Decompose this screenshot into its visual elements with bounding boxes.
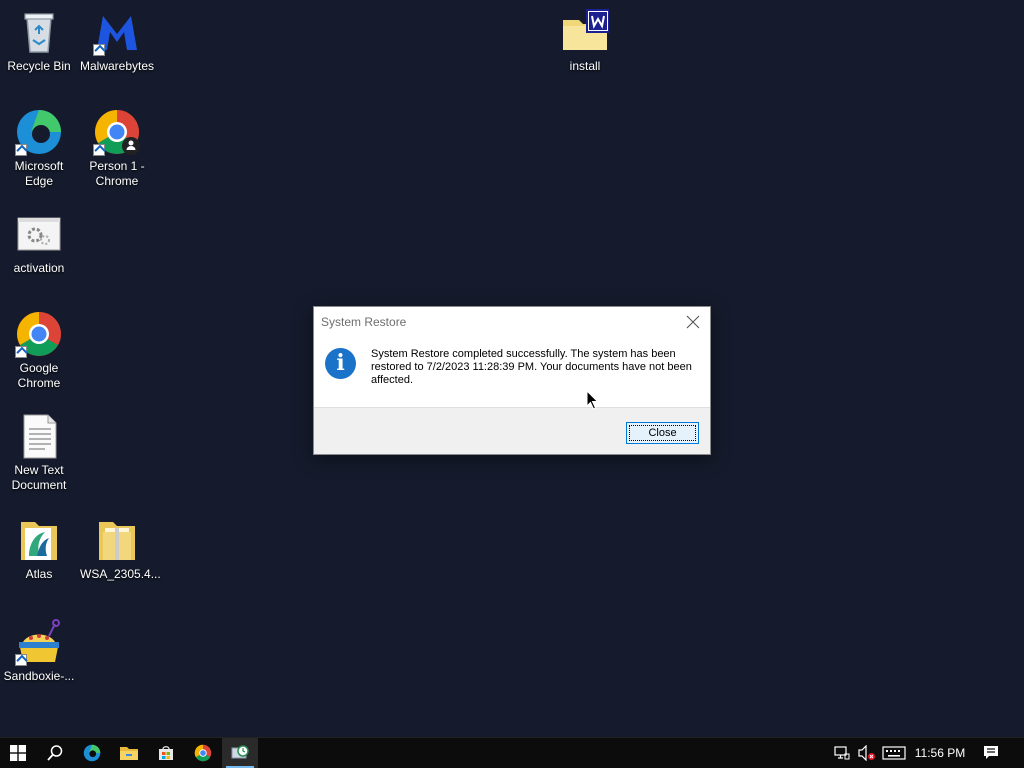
recycle-bin-desktop-icon[interactable]: Recycle Bin xyxy=(0,4,78,74)
shortcut-arrow-icon xyxy=(15,346,27,358)
keyboard-icon[interactable] xyxy=(882,745,906,761)
malwarebytes-desktop-icon[interactable]: Malwarebytes xyxy=(78,4,156,74)
text-file-icon xyxy=(15,412,63,460)
sandboxie-icon xyxy=(15,618,63,666)
wsa-desktop-icon[interactable]: WSA_2305.4... xyxy=(78,512,161,582)
recycle-bin-icon xyxy=(15,8,63,56)
sandboxie-desktop-icon[interactable]: Sandboxie-... xyxy=(0,614,78,684)
desktop-icon-label: Sandboxie-... xyxy=(3,669,75,683)
desktop-icon-label: WSA_2305.4... xyxy=(80,567,161,581)
shortcut-arrow-icon xyxy=(15,654,27,666)
activation-desktop-icon[interactable]: activation xyxy=(0,206,78,276)
desktop-icon-label: Google Chrome xyxy=(17,361,61,390)
desktop-icon-label: New Text Document xyxy=(11,463,67,492)
taskbar: 11:56 PM xyxy=(0,737,1024,768)
windows-start-icon[interactable] xyxy=(0,738,36,768)
microsoft-edge-desktop-icon[interactable]: Microsoft Edge xyxy=(0,104,78,189)
chrome-profile-icon xyxy=(93,108,141,156)
desktop-icon-label: Malwarebytes xyxy=(80,59,155,73)
info-icon: i xyxy=(325,348,356,379)
atlas-desktop-icon[interactable]: Atlas xyxy=(0,512,78,582)
chrome-icon xyxy=(15,310,63,358)
desktop-icon-label: install xyxy=(569,59,601,73)
atlas-folder-icon xyxy=(15,516,63,564)
dialog-footer: Close xyxy=(314,407,710,454)
desktop-icon-label: Microsoft Edge xyxy=(14,159,64,188)
dialog-message: System Restore completed successfully. T… xyxy=(371,348,692,386)
network-icon[interactable] xyxy=(834,745,850,761)
folder-icon xyxy=(561,8,610,56)
edge-icon[interactable] xyxy=(74,738,110,768)
edge-icon xyxy=(15,108,63,156)
mouse-pointer-icon xyxy=(586,390,599,410)
desktop-icon-label: activation xyxy=(13,261,65,275)
dialog-title: System Restore xyxy=(321,315,407,329)
person-1-chrome-desktop-icon[interactable]: Person 1 - Chrome xyxy=(78,104,156,189)
search-icon[interactable] xyxy=(37,738,73,768)
action-center-icon[interactable] xyxy=(983,745,999,761)
shortcut-arrow-icon xyxy=(15,144,27,156)
file-explorer-icon[interactable] xyxy=(111,738,147,768)
close-button[interactable]: Close xyxy=(626,422,699,444)
system-restore-icon[interactable] xyxy=(222,738,258,768)
settings-file-icon xyxy=(15,210,63,258)
desktop-icon-label: Recycle Bin xyxy=(7,59,71,73)
malwarebytes-icon xyxy=(93,8,141,56)
volume-muted-icon[interactable] xyxy=(858,745,876,761)
system-restore-dialog: System Restore i System Restore complete… xyxy=(313,306,711,455)
shortcut-arrow-icon xyxy=(93,144,105,156)
new-text-document-desktop-icon[interactable]: New Text Document xyxy=(0,408,78,493)
install-desktop-icon[interactable]: install xyxy=(546,4,624,74)
store-icon[interactable] xyxy=(148,738,184,768)
desktop-icon-label: Person 1 - Chrome xyxy=(89,159,145,188)
desktop-icon-label: Atlas xyxy=(25,567,53,581)
chrome-icon[interactable] xyxy=(185,738,221,768)
close-icon[interactable] xyxy=(682,311,704,333)
google-chrome-desktop-icon[interactable]: Google Chrome xyxy=(0,306,78,391)
zip-folder-icon xyxy=(93,516,141,564)
taskbar-clock[interactable]: 11:56 PM xyxy=(906,738,974,768)
shortcut-arrow-icon xyxy=(93,44,105,56)
